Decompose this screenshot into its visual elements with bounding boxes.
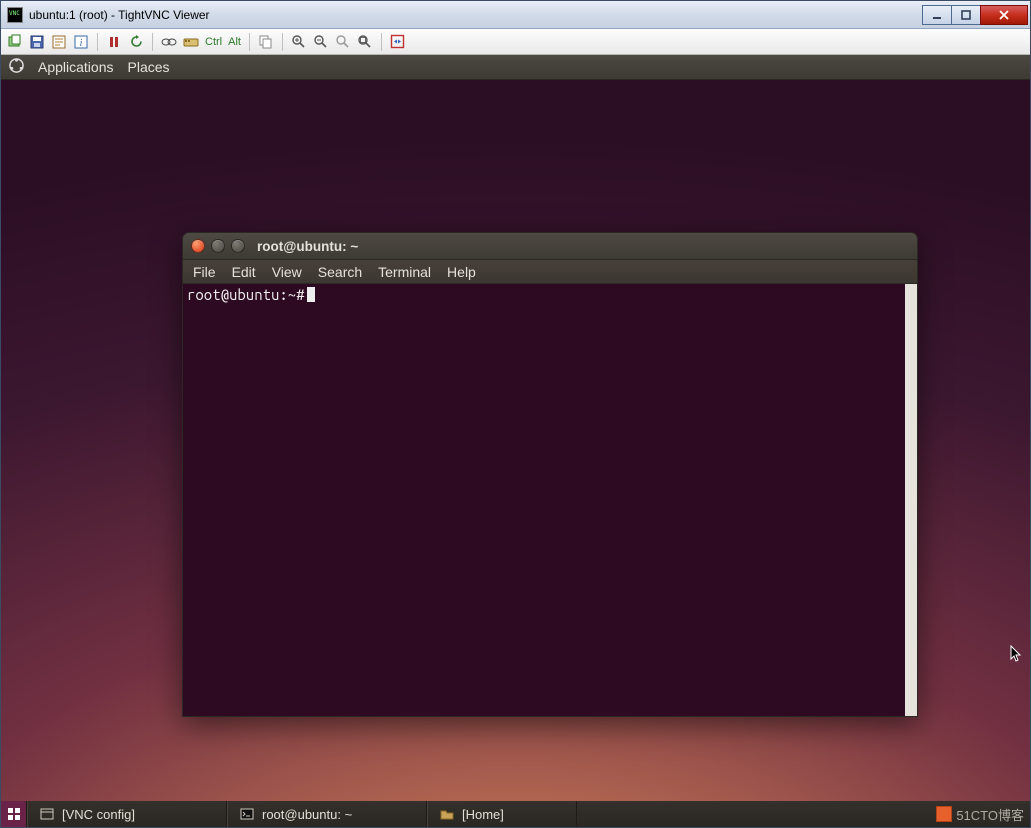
terminal-menu-view[interactable]: View <box>272 264 302 280</box>
taskbar-item-home[interactable]: [Home] <box>427 801 577 827</box>
show-desktop-button[interactable] <box>1 801 27 827</box>
window-title: ubuntu:1 (root) - TightVNC Viewer <box>29 8 210 22</box>
terminal-scrollbar[interactable] <box>905 284 917 716</box>
watermark: 51CTO博客 <box>930 805 1030 824</box>
zoom-fit-icon[interactable] <box>355 32 375 52</box>
zoom-100-icon[interactable] <box>333 32 353 52</box>
minimize-button[interactable] <box>922 5 952 25</box>
applications-menu[interactable]: Applications <box>38 59 114 75</box>
window-icon <box>40 807 54 821</box>
ubuntu-logo-icon[interactable] <box>9 58 24 76</box>
terminal-window[interactable]: root@ubuntu: ~ File Edit View Search Ter… <box>182 232 918 717</box>
save-icon[interactable] <box>27 32 47 52</box>
close-button[interactable] <box>980 5 1028 25</box>
gnome-top-panel: Applications Places <box>1 55 1030 80</box>
terminal-titlebar[interactable]: root@ubuntu: ~ <box>183 233 917 260</box>
zoom-in-icon[interactable] <box>289 32 309 52</box>
terminal-menubar: File Edit View Search Terminal Help <box>183 260 917 284</box>
gnome-bottom-taskbar: [VNC config] root@ubuntu: ~ [Home] 51CTO… <box>1 801 1030 827</box>
mouse-cursor-icon <box>1010 645 1022 663</box>
terminal-menu-terminal[interactable]: Terminal <box>378 264 431 280</box>
terminal-prompt: root@ubuntu:~# <box>187 286 305 303</box>
alt-toggle-button[interactable]: Alt <box>226 36 243 48</box>
terminal-menu-help[interactable]: Help <box>447 264 476 280</box>
maximize-button[interactable] <box>951 5 981 25</box>
new-connection-icon[interactable] <box>5 32 25 52</box>
terminal-menu-file[interactable]: File <box>193 264 216 280</box>
info-icon[interactable]: i <box>71 32 91 52</box>
taskbar-item-label: [VNC config] <box>62 807 135 822</box>
terminal-minimize-button[interactable] <box>211 239 225 253</box>
taskbar-item-label: root@ubuntu: ~ <box>262 807 352 822</box>
watermark-logo-icon <box>936 806 952 822</box>
terminal-menu-edit[interactable]: Edit <box>232 264 256 280</box>
taskbar-item-label: [Home] <box>462 807 504 822</box>
refresh-icon[interactable] <box>126 32 146 52</box>
vnc-toolbar: i Ctrl Alt <box>1 29 1030 55</box>
copy-icon[interactable] <box>256 32 276 52</box>
watermark-text: 51CTO博客 <box>956 805 1024 824</box>
app-icon <box>7 7 23 23</box>
svg-text:i: i <box>80 38 83 49</box>
terminal-close-button[interactable] <box>191 239 205 253</box>
terminal-cursor <box>307 287 315 302</box>
options-icon[interactable] <box>49 32 69 52</box>
taskbar-item-terminal[interactable]: root@ubuntu: ~ <box>227 801 427 827</box>
terminal-title: root@ubuntu: ~ <box>257 239 358 254</box>
terminal-maximize-button[interactable] <box>231 239 245 253</box>
ctrl-alt-del-icon[interactable] <box>159 32 179 52</box>
terminal-icon <box>240 807 254 821</box>
fullscreen-icon[interactable] <box>388 32 408 52</box>
terminal-menu-search[interactable]: Search <box>318 264 362 280</box>
remote-desktop[interactable]: Applications Places root@ubuntu: ~ File … <box>1 55 1030 827</box>
zoom-out-icon[interactable] <box>311 32 331 52</box>
pause-icon[interactable] <box>104 32 124 52</box>
places-menu[interactable]: Places <box>128 59 170 75</box>
terminal-body[interactable]: root@ubuntu:~# <box>183 284 917 716</box>
taskbar-item-vnc-config[interactable]: [VNC config] <box>27 801 227 827</box>
ctrl-toggle-button[interactable]: Ctrl <box>203 36 224 48</box>
window-titlebar[interactable]: ubuntu:1 (root) - TightVNC Viewer <box>1 1 1030 29</box>
folder-icon <box>440 807 454 821</box>
send-keys-icon[interactable] <box>181 32 201 52</box>
